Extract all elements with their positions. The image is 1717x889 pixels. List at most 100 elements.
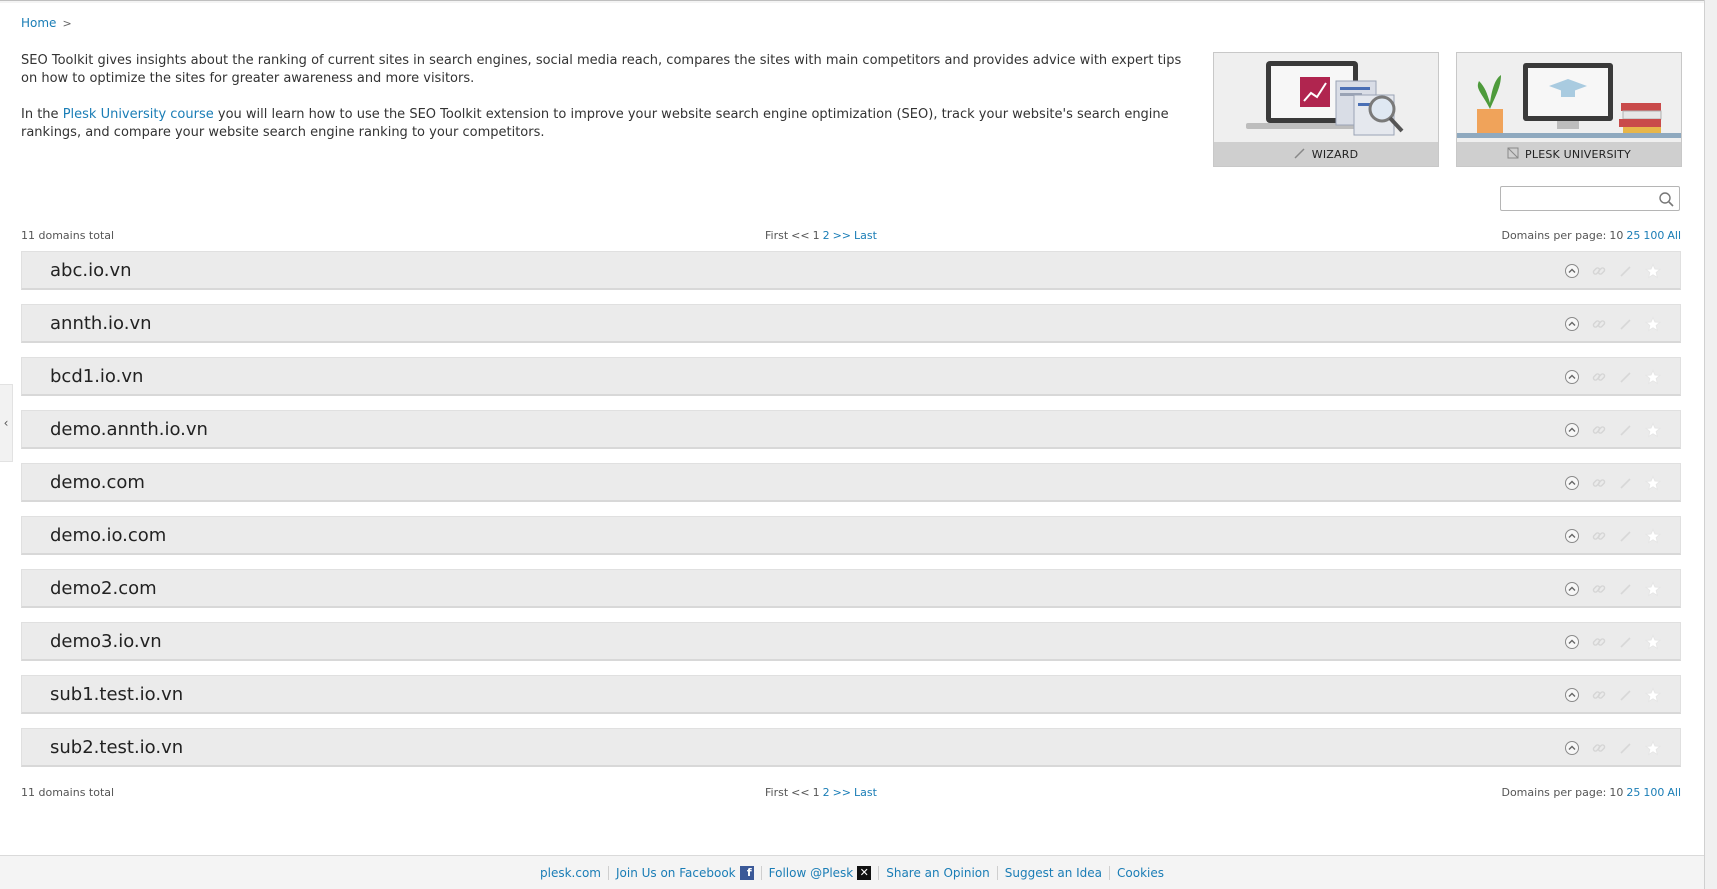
star-icon[interactable] xyxy=(1644,315,1662,333)
intro-paragraph-1: SEO Toolkit gives insights about the ran… xyxy=(21,53,1182,86)
pager-next[interactable]: >> xyxy=(833,229,851,242)
domain-row[interactable]: demo2.com xyxy=(21,569,1681,608)
expand-up-icon[interactable] xyxy=(1563,580,1581,598)
per-page-100[interactable]: 100 xyxy=(1643,229,1664,242)
star-icon[interactable] xyxy=(1644,527,1662,545)
per-page-25[interactable]: 25 xyxy=(1626,229,1640,242)
pager-next[interactable]: >> xyxy=(833,786,851,799)
domain-search-input[interactable] xyxy=(1501,187,1651,210)
pager-last[interactable]: Last xyxy=(854,786,877,799)
expand-up-icon[interactable] xyxy=(1563,315,1581,333)
star-icon[interactable] xyxy=(1644,368,1662,386)
per-page-25[interactable]: 25 xyxy=(1626,786,1640,799)
edit-icon[interactable] xyxy=(1617,580,1635,598)
breadcrumb-home-link[interactable]: Home xyxy=(21,16,56,30)
edit-icon[interactable] xyxy=(1617,474,1635,492)
link-icon[interactable] xyxy=(1590,368,1608,386)
domain-search-box xyxy=(1500,186,1680,211)
link-icon[interactable] xyxy=(1590,474,1608,492)
expand-up-icon[interactable] xyxy=(1563,739,1581,757)
pager-page-2[interactable]: 2 xyxy=(823,229,830,242)
domain-row[interactable]: demo.com xyxy=(21,463,1681,502)
domain-name[interactable]: demo.com xyxy=(50,472,145,493)
domain-name[interactable]: demo.annth.io.vn xyxy=(50,419,208,440)
intro-text: SEO Toolkit gives insights about the ran… xyxy=(21,52,1201,160)
star-icon[interactable] xyxy=(1644,474,1662,492)
edit-icon[interactable] xyxy=(1617,633,1635,651)
per-page-label: Domains per page: xyxy=(1501,786,1607,799)
domain-row[interactable]: demo.io.com xyxy=(21,516,1681,555)
edit-icon[interactable] xyxy=(1617,527,1635,545)
breadcrumb: Home > xyxy=(21,16,72,30)
link-icon[interactable] xyxy=(1590,739,1608,757)
edit-icon[interactable] xyxy=(1617,686,1635,704)
star-icon[interactable] xyxy=(1644,421,1662,439)
cookies-link[interactable]: Cookies xyxy=(1117,866,1164,880)
link-icon[interactable] xyxy=(1590,421,1608,439)
expand-up-icon[interactable] xyxy=(1563,368,1581,386)
link-icon[interactable] xyxy=(1590,633,1608,651)
star-icon[interactable] xyxy=(1644,633,1662,651)
per-page-selector: Domains per page: 10 25 100 All xyxy=(1501,229,1681,242)
edit-icon[interactable] xyxy=(1617,315,1635,333)
domain-name[interactable]: demo.io.com xyxy=(50,525,166,546)
pager-page-1: 1 xyxy=(812,786,820,799)
link-icon[interactable] xyxy=(1590,262,1608,280)
per-page-100[interactable]: 100 xyxy=(1643,786,1664,799)
star-icon[interactable] xyxy=(1644,262,1662,280)
domain-name[interactable]: annth.io.vn xyxy=(50,313,152,334)
pager-last[interactable]: Last xyxy=(854,229,877,242)
edit-icon[interactable] xyxy=(1617,739,1635,757)
domain-name[interactable]: bcd1.io.vn xyxy=(50,366,143,387)
facebook-link[interactable]: Join Us on Facebook xyxy=(616,866,736,880)
link-icon[interactable] xyxy=(1590,315,1608,333)
edit-icon[interactable] xyxy=(1617,368,1635,386)
domain-row[interactable]: abc.io.vn xyxy=(21,251,1681,290)
expand-up-icon[interactable] xyxy=(1563,474,1581,492)
follow-plesk-link[interactable]: Follow @Plesk xyxy=(769,866,854,880)
domain-row[interactable]: bcd1.io.vn xyxy=(21,357,1681,396)
pager-page-2[interactable]: 2 xyxy=(823,786,830,799)
search-icon[interactable] xyxy=(1658,191,1674,207)
domain-row[interactable]: sub2.test.io.vn xyxy=(21,728,1681,767)
domains-total-label: 11 domains total xyxy=(21,229,115,242)
domain-row[interactable]: demo.annth.io.vn xyxy=(21,410,1681,449)
x-icon[interactable]: ✕ xyxy=(857,865,872,880)
domain-row[interactable]: demo3.io.vn xyxy=(21,622,1681,661)
domain-name[interactable]: sub1.test.io.vn xyxy=(50,684,183,705)
domain-name[interactable]: demo2.com xyxy=(50,578,157,599)
suggest-idea-link[interactable]: Suggest an Idea xyxy=(1005,866,1102,880)
expand-up-icon[interactable] xyxy=(1563,262,1581,280)
wizard-promo-button[interactable]: WIZARD xyxy=(1213,52,1439,167)
expand-up-icon[interactable] xyxy=(1563,527,1581,545)
scrollbar[interactable] xyxy=(1704,0,1717,889)
edit-icon[interactable] xyxy=(1617,262,1635,280)
expand-up-icon[interactable] xyxy=(1563,633,1581,651)
star-icon[interactable] xyxy=(1644,686,1662,704)
domain-row[interactable]: annth.io.vn xyxy=(21,304,1681,343)
footer-item: Cookies xyxy=(1109,865,1171,880)
star-icon[interactable] xyxy=(1644,739,1662,757)
facebook-icon[interactable]: f xyxy=(739,865,754,880)
share-opinion-link[interactable]: Share an Opinion xyxy=(886,866,990,880)
expand-up-icon[interactable] xyxy=(1563,421,1581,439)
edit-icon[interactable] xyxy=(1617,421,1635,439)
link-icon[interactable] xyxy=(1590,527,1608,545)
link-icon[interactable] xyxy=(1590,580,1608,598)
expand-up-icon[interactable] xyxy=(1563,686,1581,704)
per-page-all[interactable]: All xyxy=(1667,786,1681,799)
plesk-university-course-link[interactable]: Plesk University course xyxy=(63,107,214,122)
plesk-com-link[interactable]: plesk.com xyxy=(540,866,601,880)
link-icon[interactable] xyxy=(1590,686,1608,704)
sidebar-toggle-button[interactable]: ‹ xyxy=(0,384,13,462)
domain-row[interactable]: sub1.test.io.vn xyxy=(21,675,1681,714)
star-icon[interactable] xyxy=(1644,580,1662,598)
per-page-all[interactable]: All xyxy=(1667,229,1681,242)
domain-name[interactable]: demo3.io.vn xyxy=(50,631,162,652)
pagination: First << 1 2 >> Last xyxy=(765,786,877,799)
domain-name[interactable]: abc.io.vn xyxy=(50,260,132,281)
top-border xyxy=(0,0,1717,3)
plesk-university-promo-button[interactable]: PLESK UNIVERSITY xyxy=(1456,52,1682,167)
scrollbar-track[interactable] xyxy=(1705,0,1717,889)
domain-name[interactable]: sub2.test.io.vn xyxy=(50,737,183,758)
